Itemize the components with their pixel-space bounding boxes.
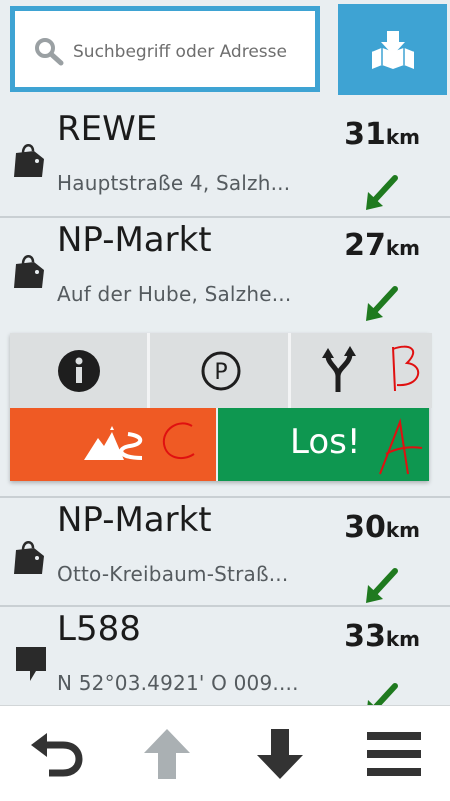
menu-button[interactable] xyxy=(364,724,424,784)
search-box[interactable] xyxy=(10,6,320,92)
results-list-lower: NP-Markt Otto-Kreibaum-Straß... 30km L58… xyxy=(0,496,450,718)
poi-name: REWE xyxy=(57,109,158,149)
back-icon xyxy=(31,733,83,777)
poi-address: Hauptstraße 4, Salzh... xyxy=(57,171,291,195)
direction-arrow-icon xyxy=(366,568,398,603)
shopping-bag-icon xyxy=(14,541,44,574)
poi-distance: 31km xyxy=(344,117,420,152)
shopping-bag-icon xyxy=(14,255,44,288)
scroll-down-button[interactable] xyxy=(250,724,310,784)
search-input[interactable] xyxy=(71,33,313,71)
info-button[interactable] xyxy=(10,333,147,408)
poi-distance: 30km xyxy=(344,510,420,545)
annotation-c-mark xyxy=(162,422,195,460)
svg-text:P: P xyxy=(214,360,227,385)
parking-icon: P xyxy=(201,351,240,390)
list-item-rewe[interactable]: REWE Hauptstraße 4, Salzh... 31km xyxy=(0,107,450,216)
map-pin-icon xyxy=(16,647,46,681)
go-button[interactable]: Los! xyxy=(218,408,429,481)
go-label: Los! xyxy=(290,422,361,462)
map-download-icon xyxy=(371,30,414,69)
map-download-button[interactable] xyxy=(338,4,447,95)
poi-distance: 27km xyxy=(344,228,420,263)
poi-action-panel: P Los! xyxy=(10,333,432,481)
annotation-b-mark xyxy=(392,345,420,392)
shopping-bag-icon xyxy=(14,144,44,177)
search-icon xyxy=(35,38,64,66)
annotation-a-mark xyxy=(379,418,423,475)
results-list: REWE Hauptstraße 4, Salzh... 31km NP-Mar… xyxy=(0,107,450,325)
direction-arrow-icon xyxy=(366,286,398,321)
menu-icon xyxy=(367,732,421,776)
back-button[interactable] xyxy=(26,724,86,784)
poi-address: N 52°03.4921' O 009.... xyxy=(57,671,299,695)
arrow-up-icon xyxy=(144,729,190,779)
list-item-np-markt-1[interactable]: NP-Markt Auf der Hube, Salzhe... 27km xyxy=(0,216,450,325)
poi-name: NP-Markt xyxy=(57,500,212,540)
arrow-down-icon xyxy=(257,729,303,779)
route-fork-icon xyxy=(321,345,356,392)
list-item-l588[interactable]: L588 N 52°03.4921' O 009.... 33km xyxy=(0,605,450,718)
poi-address: Auf der Hube, Salzhe... xyxy=(57,282,292,306)
poi-name: L588 xyxy=(57,609,141,649)
poi-address: Otto-Kreibaum-Straß... xyxy=(57,562,289,586)
route-options-button[interactable] xyxy=(288,333,432,408)
bottom-nav-bar xyxy=(0,705,450,801)
scroll-up-button[interactable] xyxy=(137,724,197,784)
mountain-route-icon xyxy=(84,426,143,460)
parking-button[interactable]: P xyxy=(147,333,291,408)
poi-distance: 33km xyxy=(344,619,420,654)
list-item-np-markt-2[interactable]: NP-Markt Otto-Kreibaum-Straß... 30km xyxy=(0,496,450,605)
direction-arrow-icon xyxy=(366,175,398,210)
route-preferences-button[interactable] xyxy=(10,408,216,481)
poi-name: NP-Markt xyxy=(57,220,212,260)
action-toolbar: P xyxy=(10,333,432,408)
info-icon xyxy=(57,349,100,392)
